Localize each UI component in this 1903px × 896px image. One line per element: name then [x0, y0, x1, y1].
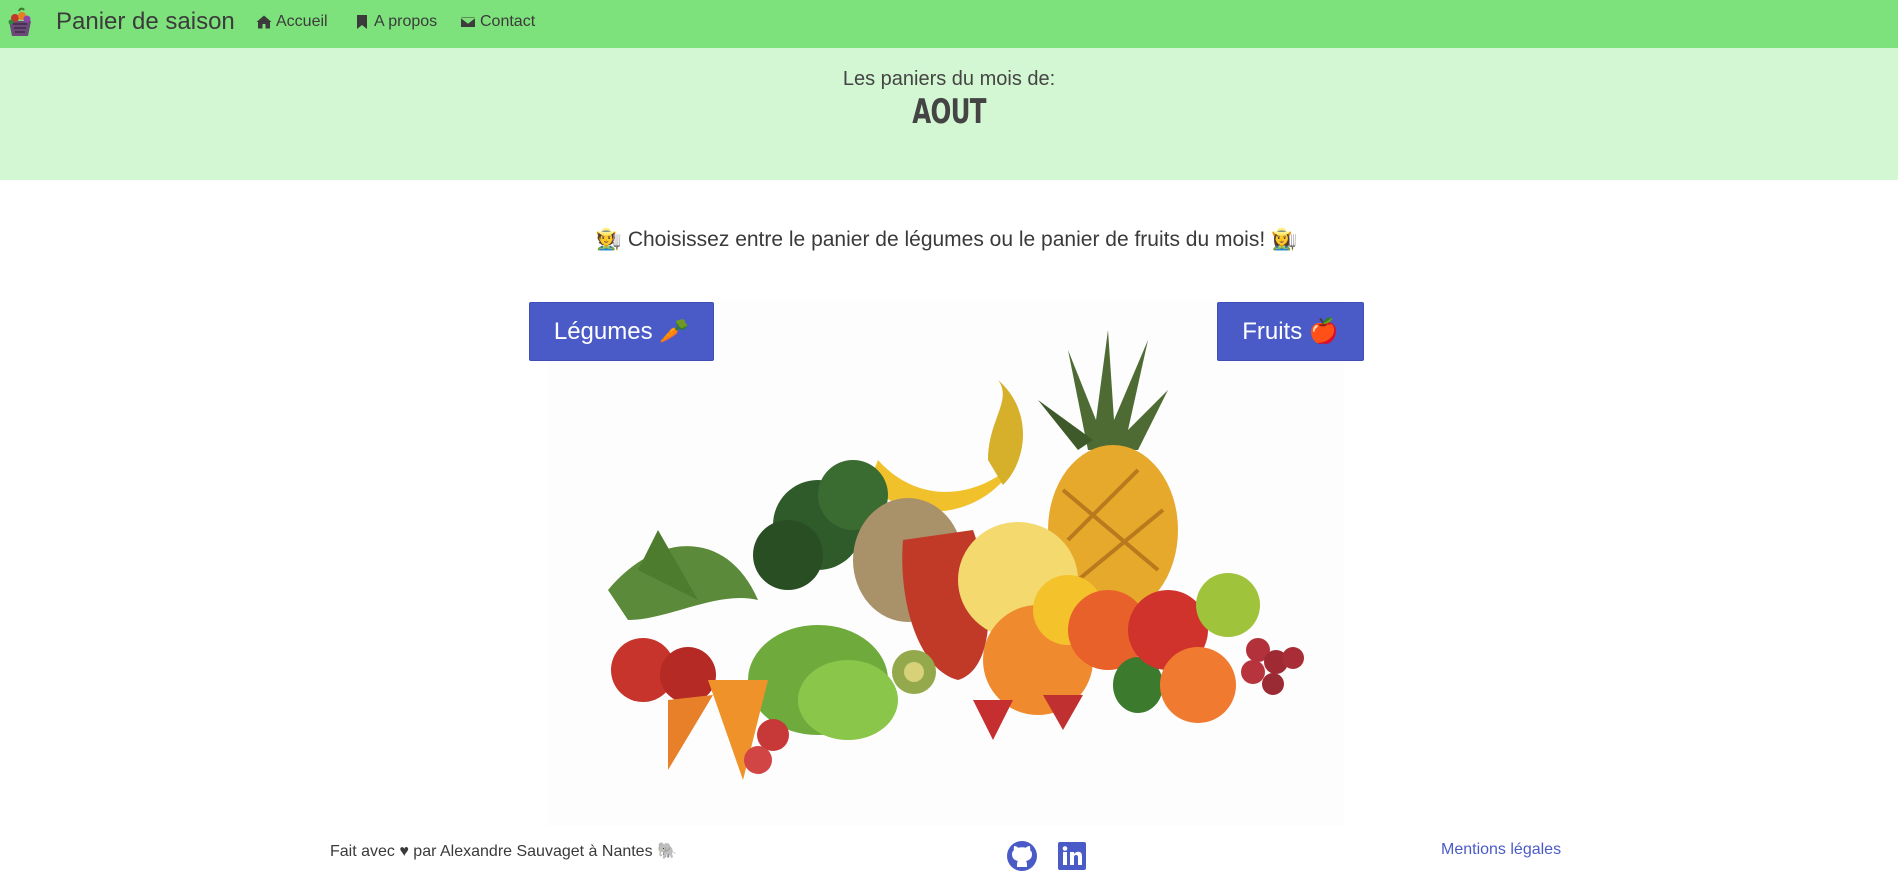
- fruits-button[interactable]: Fruits 🍎: [1217, 302, 1364, 361]
- nav-link-contact[interactable]: Contact: [460, 12, 535, 32]
- nav-link-label: Accueil: [276, 13, 328, 30]
- month-banner: Les paniers du mois de: AOUT: [0, 48, 1898, 180]
- banner-month: AOUT: [912, 92, 986, 132]
- navbar: Panier de saison Accueil A propos Contac…: [0, 0, 1898, 48]
- choice-instruction: 🧑‍🌾 Choisissez entre le panier de légume…: [595, 228, 1298, 251]
- nav-link-label: Contact: [480, 13, 536, 30]
- nav-link-about[interactable]: A propos: [354, 12, 437, 32]
- nav-link-home[interactable]: Accueil: [256, 12, 328, 32]
- github-icon[interactable]: [1006, 840, 1038, 872]
- envelope-icon: [460, 16, 476, 28]
- legumes-button[interactable]: Légumes 🥕: [529, 302, 714, 361]
- home-icon: [256, 15, 272, 29]
- legal-notice-link[interactable]: Mentions légales: [1441, 841, 1561, 859]
- basket-logo-icon[interactable]: [5, 7, 35, 39]
- brand-name[interactable]: Panier de saison: [56, 8, 235, 36]
- fruits-vegetables-illustration: [548, 300, 1344, 826]
- bookmark-icon: [357, 15, 367, 29]
- linkedin-icon[interactable]: [1056, 840, 1088, 872]
- footer-credit: Fait avec ♥ par Alexandre Sauvaget à Nan…: [330, 843, 677, 860]
- banner-subtitle: Les paniers du mois de:: [842, 68, 1056, 90]
- nav-link-label: A propos: [374, 13, 438, 30]
